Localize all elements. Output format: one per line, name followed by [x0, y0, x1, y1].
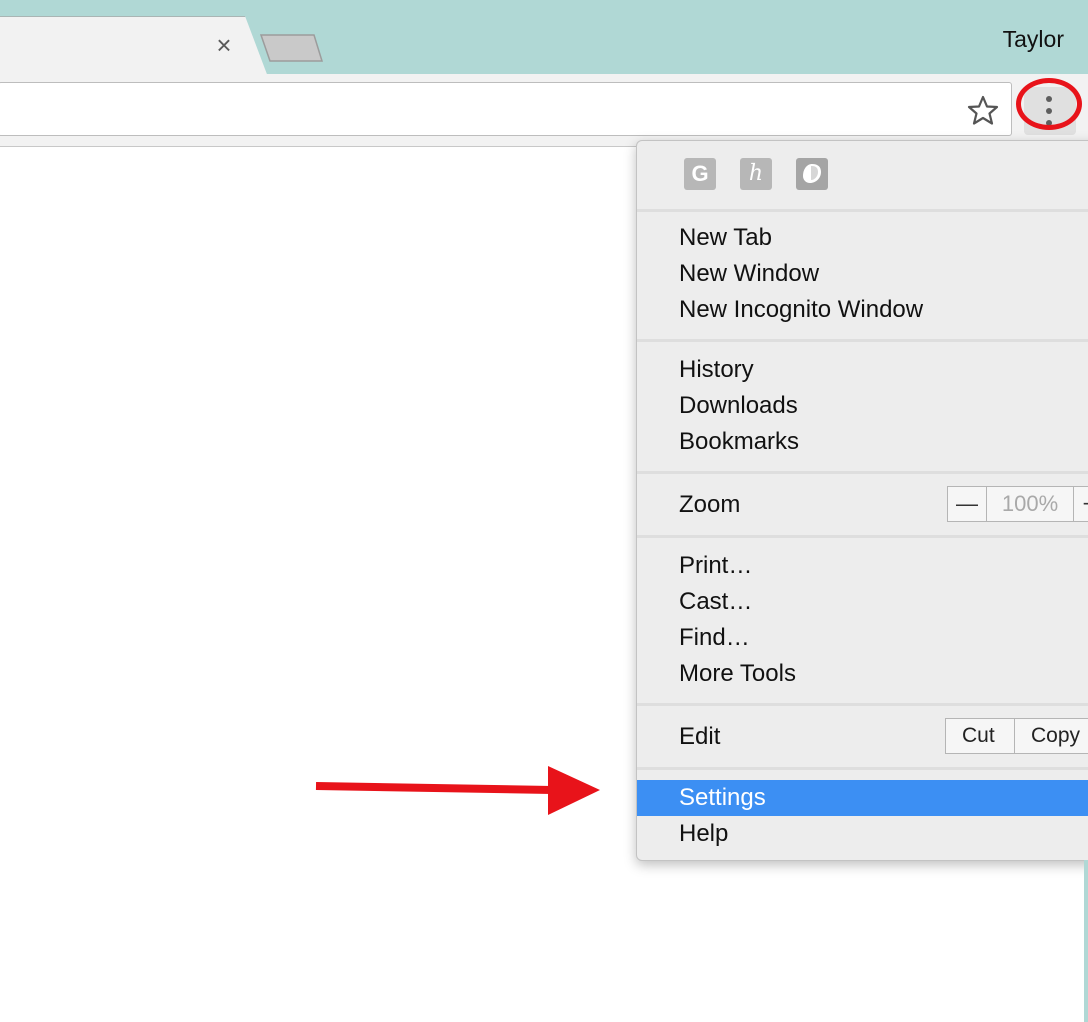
menu-item-history[interactable]: History [637, 352, 1088, 388]
extension-icons-row: G h [637, 141, 1088, 212]
menu-item-new-incognito-window[interactable]: New Incognito Window [637, 292, 1088, 328]
menu-item-more-tools[interactable]: More Tools [637, 656, 1088, 692]
menu-divider [637, 767, 1088, 770]
toolbar [0, 74, 1088, 147]
chrome-menu-button[interactable] [1024, 87, 1076, 135]
tab-strip: × Taylor [0, 0, 1088, 77]
tab-close-button[interactable]: × [212, 32, 236, 58]
bookmark-star-icon[interactable] [966, 94, 1000, 126]
menu-item-print[interactable]: Print… [637, 548, 1088, 584]
edit-control: Cut Copy [945, 718, 1088, 754]
menu-item-new-window[interactable]: New Window [637, 256, 1088, 292]
address-bar[interactable] [0, 82, 1012, 136]
shield-extension-icon[interactable] [796, 158, 828, 190]
shield-icon [803, 164, 821, 183]
zoom-control: — 100% + [947, 486, 1088, 522]
menu-item-cast[interactable]: Cast… [637, 584, 1088, 620]
zoom-in-button[interactable]: + [1074, 487, 1088, 521]
menu-dot-icon [1046, 96, 1052, 102]
zoom-level: 100% [987, 487, 1074, 521]
honey-extension-icon[interactable]: h [740, 158, 772, 190]
menu-dot-icon [1046, 108, 1052, 114]
menu-item-help[interactable]: Help [637, 816, 1088, 852]
menu-item-bookmarks[interactable]: Bookmarks [637, 424, 1088, 460]
zoom-out-button[interactable]: — [948, 487, 987, 521]
profile-name[interactable]: Taylor [1003, 26, 1064, 53]
menu-divider [637, 339, 1088, 342]
menu-divider [637, 703, 1088, 706]
window-edge [1084, 860, 1088, 1022]
grammarly-extension-icon[interactable]: G [684, 158, 716, 190]
chrome-menu: G h New Tab New Window New Incognito Win… [636, 140, 1088, 861]
menu-item-settings[interactable]: Settings [637, 780, 1088, 816]
menu-item-find[interactable]: Find… [637, 620, 1088, 656]
copy-button[interactable]: Copy [1015, 719, 1088, 753]
menu-dot-icon [1046, 120, 1052, 126]
menu-item-downloads[interactable]: Downloads [637, 388, 1088, 424]
menu-divider [637, 471, 1088, 474]
menu-item-new-tab[interactable]: New Tab [637, 220, 1088, 256]
cut-button[interactable]: Cut [946, 719, 1015, 753]
menu-divider [637, 535, 1088, 538]
annotation-arrow-icon [315, 766, 600, 815]
new-tab-button[interactable] [258, 33, 324, 63]
